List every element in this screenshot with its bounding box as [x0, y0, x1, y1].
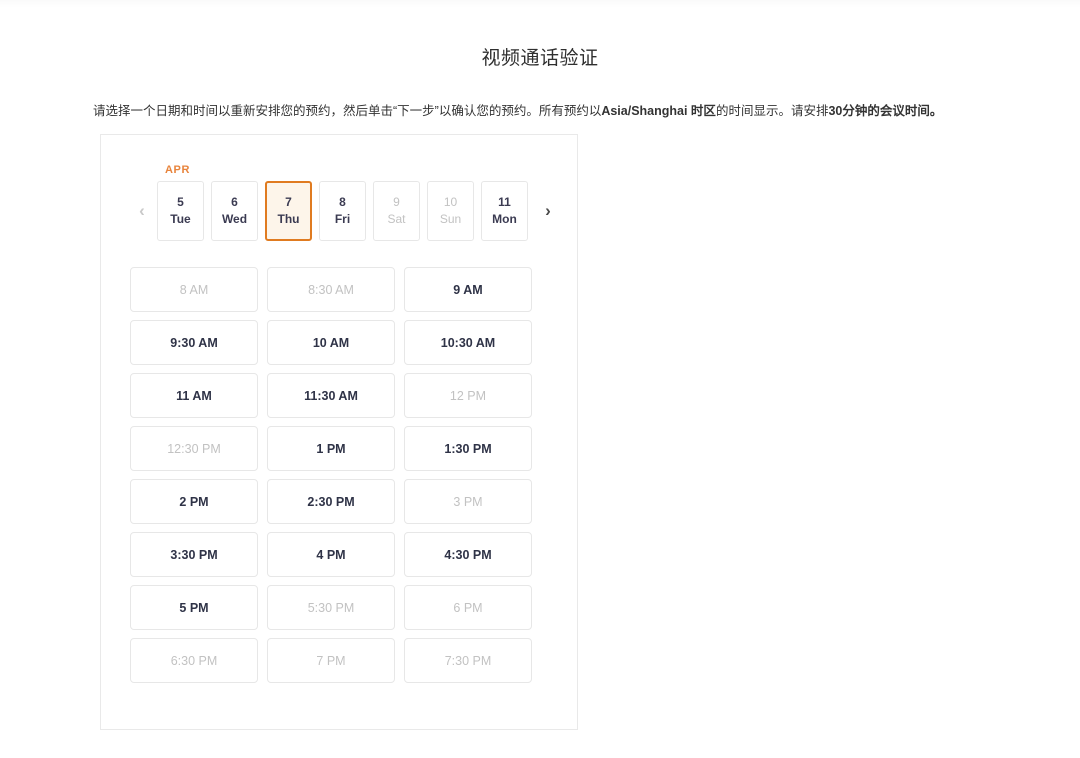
day-cell-5[interactable]: 5 Tue — [157, 181, 204, 241]
time-slot-button: 12 PM — [404, 373, 532, 418]
time-slot-button: 12:30 PM — [130, 426, 258, 471]
day-weekday: Sun — [439, 212, 462, 226]
time-slot-button[interactable]: 11 AM — [130, 373, 258, 418]
chevron-right-icon[interactable]: › — [533, 180, 563, 242]
day-number: 9 — [393, 195, 400, 209]
month-label: APR — [165, 164, 191, 176]
day-selector: ‹ 5 Tue 6 Wed 7 Thu 8 Fri 9 Sat 10 Sun 11 Mon › — [101, 180, 579, 242]
time-slot-button[interactable]: 1 PM — [267, 426, 395, 471]
booking-card: APR ‹ 5 Tue 6 Wed 7 Thu 8 Fri 9 Sat 10 Sun 11 Mon › 8… — [100, 134, 578, 730]
top-gradient-band — [0, 0, 1080, 8]
day-cell-7[interactable]: 7 Thu — [265, 181, 312, 241]
time-slot-button[interactable]: 10:30 AM — [404, 320, 532, 365]
time-slot-button[interactable]: 9 AM — [404, 267, 532, 312]
day-weekday: Thu — [277, 212, 300, 226]
time-slot-button: 7:30 PM — [404, 638, 532, 683]
time-slot-button[interactable]: 9:30 AM — [130, 320, 258, 365]
time-slot-button[interactable]: 11:30 AM — [267, 373, 395, 418]
time-slot-button[interactable]: 4 PM — [267, 532, 395, 577]
instructions-part-2: 的时间显示。请安排 — [715, 103, 829, 118]
time-slot-button[interactable]: 2 PM — [130, 479, 258, 524]
day-cell-6[interactable]: 6 Wed — [211, 181, 258, 241]
instructions-timezone: Asia/Shanghai 时区 — [601, 103, 716, 118]
day-number: 10 — [443, 195, 458, 209]
time-slot-button[interactable]: 4:30 PM — [404, 532, 532, 577]
time-slot-button[interactable]: 1:30 PM — [404, 426, 532, 471]
day-number: 6 — [231, 195, 238, 209]
day-cell-10: 10 Sun — [427, 181, 474, 241]
time-slot-button[interactable]: 10 AM — [267, 320, 395, 365]
time-slot-list: 8 AM 8:30 AM 9 AM 9:30 AM 10 AM 10:30 AM 11 AM… — [130, 267, 534, 683]
time-slot-button[interactable]: 5 PM — [130, 585, 258, 630]
time-slot-button: 6:30 PM — [130, 638, 258, 683]
chevron-left-icon[interactable]: ‹ — [127, 180, 157, 242]
day-weekday: Mon — [492, 212, 517, 226]
day-number: 8 — [339, 195, 346, 209]
instructions-part-1: 请选择一个日期和时间以重新安排您的预约，然后单击“下一步”以确认您的预约。所有预… — [93, 103, 602, 118]
time-slot-button[interactable]: 2:30 PM — [267, 479, 395, 524]
time-slot-button: 8 AM — [130, 267, 258, 312]
day-cell-8[interactable]: 8 Fri — [319, 181, 366, 241]
day-cell-list: 5 Tue 6 Wed 7 Thu 8 Fri 9 Sat 10 Sun 11 Mon — [157, 181, 528, 241]
time-slot-button: 6 PM — [404, 585, 532, 630]
time-slot-button[interactable]: 3:30 PM — [130, 532, 258, 577]
day-weekday: Sat — [387, 212, 406, 226]
day-number: 5 — [177, 195, 184, 209]
instructions-duration: 30分钟的会议时间。 — [828, 103, 943, 118]
time-slot-button: 3 PM — [404, 479, 532, 524]
day-weekday: Fri — [334, 212, 351, 226]
day-cell-9: 9 Sat — [373, 181, 420, 241]
page-title: 视频通话验证 — [481, 47, 599, 69]
time-slot-button: 5:30 PM — [267, 585, 395, 630]
instructions-text: 请选择一个日期和时间以重新安排您的预约，然后单击“下一步”以确认您的预约。所有预… — [93, 102, 993, 120]
day-number: 7 — [285, 195, 292, 209]
day-number: 11 — [498, 195, 511, 209]
day-weekday: Wed — [221, 212, 248, 226]
day-cell-11[interactable]: 11 Mon — [481, 181, 528, 241]
time-slot-button: 8:30 AM — [267, 267, 395, 312]
day-weekday: Tue — [170, 212, 191, 226]
time-slot-button: 7 PM — [267, 638, 395, 683]
